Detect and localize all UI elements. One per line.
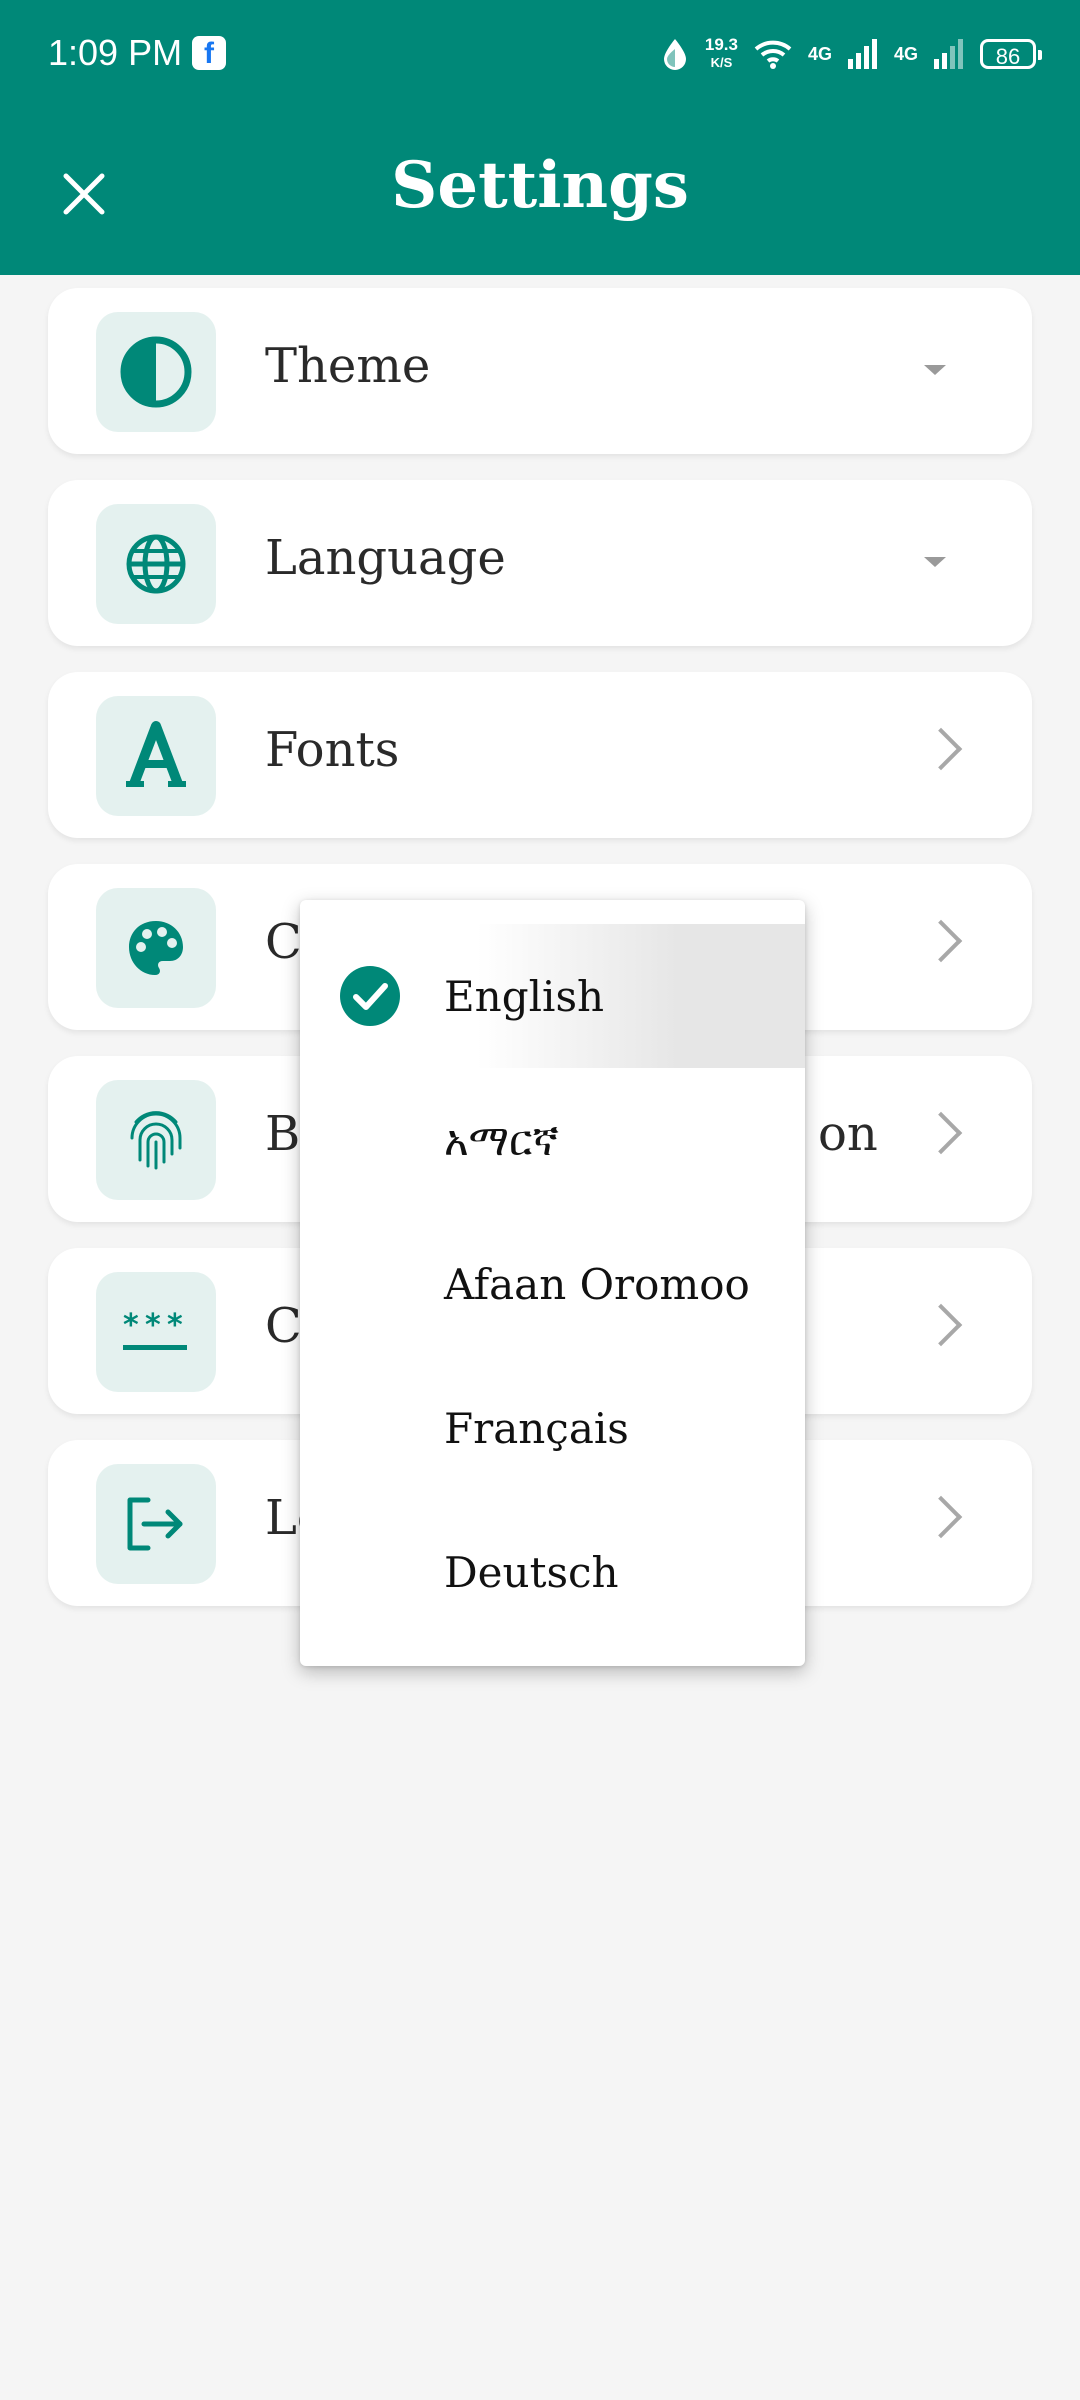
signal-icon bbox=[934, 39, 963, 69]
globe-icon bbox=[126, 534, 186, 594]
language-option-english[interactable]: English bbox=[300, 924, 805, 1068]
settings-item-label: Fonts bbox=[265, 722, 400, 778]
wifi-icon bbox=[754, 40, 792, 69]
page-title: Settings bbox=[391, 148, 689, 223]
language-option-label: English bbox=[444, 972, 605, 1021]
language-option-label: Deutsch bbox=[444, 1548, 619, 1597]
fingerprint-icon bbox=[130, 1111, 182, 1170]
status-time: 1:09 PM bbox=[48, 32, 183, 73]
chevron-right-icon bbox=[919, 1111, 963, 1155]
battery-icon: 86 bbox=[980, 39, 1042, 69]
signal-icon bbox=[847, 39, 877, 69]
language-option-oromo[interactable]: Afaan Oromoo bbox=[300, 1212, 805, 1356]
network-type-1: 4G bbox=[807, 43, 832, 64]
language-option-german[interactable]: Deutsch bbox=[300, 1500, 805, 1644]
chevron-right-icon bbox=[919, 1495, 963, 1539]
svg-text:*: * bbox=[145, 1308, 161, 1343]
theme-icon-container bbox=[96, 312, 216, 432]
data-saver-icon bbox=[663, 39, 686, 70]
dropdown-arrow-icon bbox=[924, 557, 946, 567]
language-option-french[interactable]: Français bbox=[300, 1356, 805, 1500]
globe-icon-container bbox=[96, 504, 216, 624]
language-dropdown-menu: English አማርኛ Afaan Oromoo Français Deuts… bbox=[300, 900, 805, 1666]
battery-level: 86 bbox=[995, 44, 1021, 69]
palette-icon bbox=[129, 921, 183, 975]
svg-text:*: * bbox=[123, 1308, 139, 1343]
network-type-2: 4G bbox=[893, 43, 918, 64]
settings-item-label-tail: on bbox=[818, 1106, 878, 1162]
svg-text:*: * bbox=[167, 1308, 183, 1343]
password-icon-container: * * * bbox=[96, 1272, 216, 1392]
settings-item-language[interactable]: Language bbox=[48, 480, 1032, 646]
status-icons: 19.3 K/S 4G 4G 86 bbox=[661, 30, 1042, 78]
chevron-right-icon bbox=[919, 1303, 963, 1347]
app-bar: Settings bbox=[0, 110, 1080, 275]
logout-icon bbox=[127, 1497, 183, 1551]
speed-unit: K/S bbox=[710, 55, 733, 70]
facebook-notification-icon: f bbox=[192, 36, 226, 70]
password-icon: * * * bbox=[123, 1308, 187, 1350]
theme-icon bbox=[120, 336, 192, 408]
font-icon-container bbox=[96, 696, 216, 816]
language-option-label: Afaan Oromoo bbox=[444, 1260, 750, 1309]
chevron-right-icon bbox=[919, 919, 963, 963]
language-option-amharic[interactable]: አማርኛ bbox=[300, 1068, 805, 1212]
settings-item-fonts[interactable]: Fonts bbox=[48, 672, 1032, 838]
settings-item-label: Language bbox=[265, 530, 506, 586]
fingerprint-icon-container bbox=[96, 1080, 216, 1200]
language-option-label: አማርኛ bbox=[444, 1116, 559, 1165]
network-speed: 19.3 K/S bbox=[705, 36, 738, 72]
font-icon bbox=[126, 721, 186, 787]
check-circle-icon bbox=[340, 966, 400, 1026]
chevron-right-icon bbox=[919, 727, 963, 771]
settings-item-theme[interactable]: Theme bbox=[48, 288, 1032, 454]
speed-value: 19.3 bbox=[704, 35, 738, 54]
dropdown-arrow-icon bbox=[924, 365, 946, 375]
palette-icon-container bbox=[96, 888, 216, 1008]
language-option-label: Français bbox=[444, 1404, 629, 1453]
logout-icon-container bbox=[96, 1464, 216, 1584]
settings-item-label: Theme bbox=[265, 338, 431, 394]
status-bar: 1:09 PM f 19.3 K/S 4G 4G 86 bbox=[0, 0, 1080, 110]
